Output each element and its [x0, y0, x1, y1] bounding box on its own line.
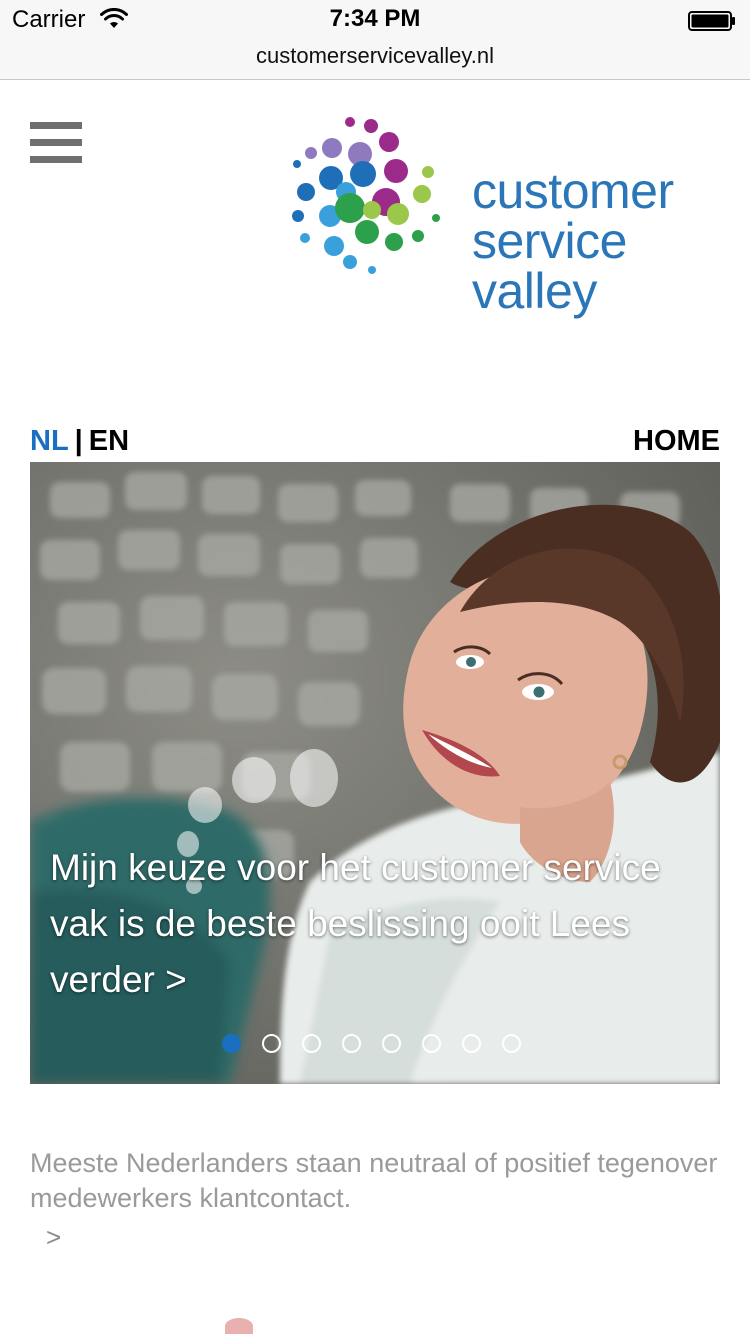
logo-line: service [472, 213, 627, 269]
carousel-dot[interactable] [462, 1034, 481, 1053]
browser-url-bar[interactable]: customerservicevalley.nl [0, 40, 750, 80]
next-content-peek [225, 1318, 253, 1334]
brand-logo-text[interactable]: customer service valley [472, 166, 674, 316]
logo-dots-icon [292, 117, 440, 274]
language-nl-link[interactable]: NL [30, 425, 69, 457]
carousel-dot[interactable] [262, 1034, 281, 1053]
language-switcher: NL | EN [30, 424, 129, 458]
carousel-dot[interactable] [342, 1034, 361, 1053]
url-text[interactable]: customerservicevalley.nl [0, 42, 750, 70]
status-time: 7:34 PM [329, 5, 421, 32]
status-bar: Carrier 7:34 PM [0, 0, 750, 40]
read-more-arrow[interactable]: > [46, 1222, 61, 1253]
carousel-dot[interactable] [502, 1034, 521, 1053]
hero-carousel[interactable]: Mijn keuze voor het customer service vak… [30, 462, 720, 1084]
home-link[interactable]: HOME [633, 424, 720, 458]
hero-caption-link[interactable]: Mijn keuze voor het customer service vak… [50, 840, 690, 1008]
language-en-link[interactable]: EN [89, 425, 129, 457]
logo-line: customer [472, 163, 674, 219]
news-teaser-link[interactable]: Meeste Nederlanders staan neutraal of po… [30, 1146, 720, 1216]
language-separator: | [74, 425, 83, 457]
carousel-dot[interactable] [422, 1034, 441, 1053]
hamburger-menu-icon[interactable] [30, 122, 82, 164]
logo-line: valley [472, 263, 597, 319]
carousel-dot[interactable] [302, 1034, 321, 1053]
battery-icon [688, 11, 735, 31]
carousel-dot[interactable] [382, 1034, 401, 1053]
carousel-dot[interactable] [222, 1034, 241, 1053]
